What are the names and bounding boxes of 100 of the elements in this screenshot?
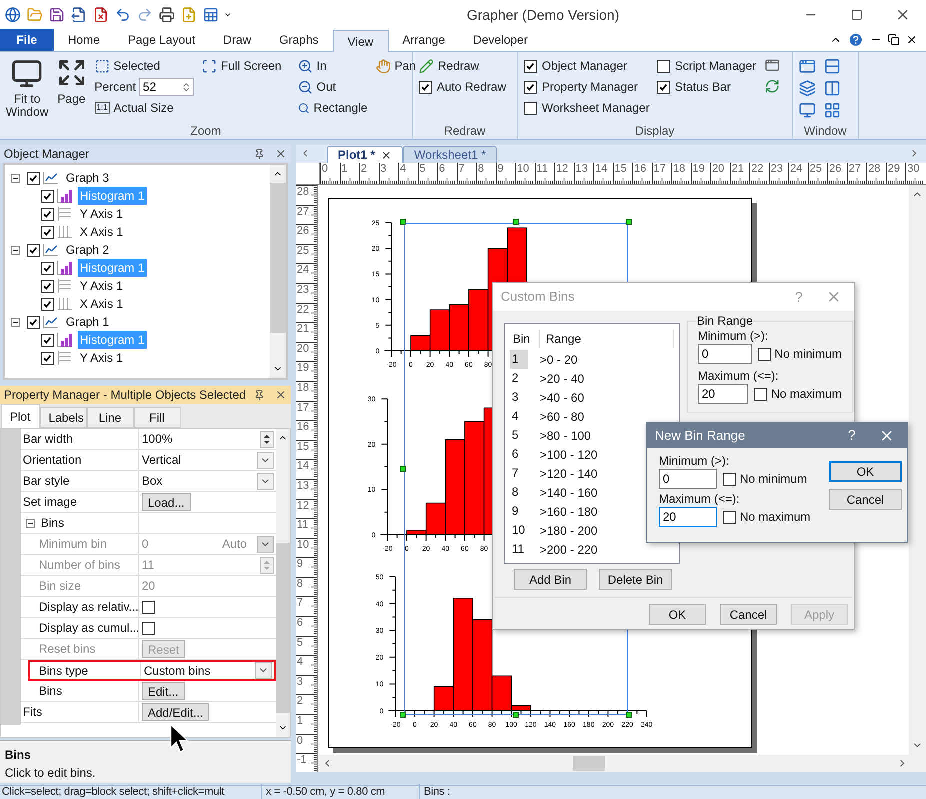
table-cell[interactable]: 5	[510, 426, 528, 445]
selection-handle[interactable]	[626, 712, 632, 718]
actual-size-button[interactable]: 1:1 Actual Size	[94, 98, 194, 118]
pin-icon[interactable]	[254, 390, 265, 400]
close-icon[interactable]	[381, 150, 392, 160]
selection-handle[interactable]	[400, 219, 406, 225]
table-cell[interactable]: 3	[510, 388, 528, 407]
selection-handle[interactable]	[400, 466, 406, 472]
zoom-out-button[interactable]: Out	[298, 77, 368, 97]
save-icon[interactable]	[48, 6, 65, 24]
collapse-icon[interactable]	[11, 174, 20, 182]
selected-button[interactable]: Selected	[94, 56, 194, 76]
input-field[interactable]: 0	[698, 344, 752, 364]
checkbox[interactable]	[142, 622, 155, 634]
scrollbar-thumb[interactable]	[270, 183, 286, 333]
property-button[interactable]: Load...	[142, 493, 191, 511]
ribbon-tab[interactable]: Page Layout	[114, 29, 210, 51]
table-cell[interactable]: 2	[510, 369, 528, 388]
file-x-icon[interactable]	[92, 6, 109, 24]
checkbox[interactable]	[524, 60, 537, 72]
document-tab[interactable]: Plot1 *	[327, 146, 404, 163]
dropdown-icon[interactable]	[257, 472, 274, 490]
tree-item[interactable]: Y Axis 1	[78, 205, 126, 223]
checkbox[interactable]	[758, 348, 771, 360]
restore-icon[interactable]	[888, 34, 900, 46]
table-cell[interactable]: 10	[510, 521, 528, 540]
checkbox[interactable]	[142, 600, 155, 614]
checkbox[interactable]	[419, 80, 432, 94]
selection-handle[interactable]	[400, 712, 406, 718]
table-cell[interactable]: 9	[510, 502, 528, 521]
collapse-icon[interactable]	[11, 246, 20, 254]
cascade-icon[interactable]	[799, 80, 816, 97]
table-cell[interactable]: 6	[510, 445, 528, 464]
tile-vertical-icon[interactable]	[824, 80, 841, 97]
checkbox[interactable]	[41, 262, 54, 274]
checkbox[interactable]	[41, 280, 54, 292]
tree-item[interactable]: Y Axis 1	[78, 277, 126, 295]
tile-horizontal-icon[interactable]	[824, 58, 841, 75]
tree-item[interactable]: Graph 1	[64, 313, 112, 331]
tree-item[interactable]: X Axis 1	[78, 223, 126, 241]
pan-button[interactable]: Pan	[376, 56, 416, 76]
dialog-button[interactable]: OK	[829, 461, 902, 482]
spinner-icon[interactable]	[260, 430, 274, 448]
new-window-icon[interactable]	[799, 58, 816, 75]
tab[interactable]: Line	[86, 407, 134, 428]
tree-item[interactable]: Graph 2	[64, 241, 112, 259]
pin-icon[interactable]	[254, 148, 265, 160]
ribbon-tab[interactable]: Graphs	[265, 29, 333, 51]
tab[interactable]: Labels	[40, 407, 87, 428]
redraw-button[interactable]: Redraw	[419, 56, 506, 76]
property-button[interactable]: Edit...	[142, 682, 185, 700]
zoom-in-button[interactable]: In	[298, 56, 368, 76]
collapse-icon[interactable]	[11, 318, 20, 326]
table-cell[interactable]: 11	[510, 540, 528, 559]
ribbon-tab[interactable]: Home	[54, 29, 114, 51]
checkbox[interactable]	[657, 60, 670, 72]
dialog-button[interactable]: Cancel	[829, 489, 902, 510]
tree-item[interactable]: Graph 3	[64, 169, 112, 187]
dialog-button[interactable]: Add Bin	[514, 569, 587, 590]
table-cell[interactable]: 7	[510, 464, 528, 483]
checkbox[interactable]	[524, 80, 537, 94]
input-field[interactable]: 20	[698, 384, 748, 404]
spreadsheet-icon[interactable]	[202, 6, 219, 24]
scrollbar-thumb[interactable]	[573, 756, 605, 771]
percent-field[interactable]: 52	[139, 78, 194, 96]
checkbox[interactable]	[657, 80, 670, 94]
ribbon-tab[interactable]: Developer	[459, 29, 542, 51]
tab[interactable]: Plot	[1, 404, 40, 428]
checkbox[interactable]	[27, 316, 40, 328]
ribbon-tab[interactable]: Draw	[209, 29, 266, 51]
tree-item[interactable]: X Axis 1	[78, 295, 126, 313]
arrange-icon[interactable]	[824, 102, 841, 119]
refresh-icon[interactable]	[765, 79, 780, 94]
help-icon[interactable]	[848, 32, 864, 48]
property-button[interactable]: Add/Edit...	[142, 703, 210, 721]
table-cell[interactable]: 1	[510, 350, 528, 369]
undo-icon[interactable]	[114, 6, 131, 24]
file-tab[interactable]: File	[0, 29, 54, 51]
collapse-icon[interactable]	[26, 518, 35, 528]
globe-icon[interactable]	[4, 6, 21, 24]
full-screen-button[interactable]: Full Screen	[202, 56, 282, 76]
tab[interactable]: Fill	[134, 407, 181, 428]
checkbox[interactable]	[41, 334, 54, 346]
dropdown-icon[interactable]	[255, 662, 272, 679]
checkbox[interactable]	[723, 472, 736, 486]
table-cell[interactable]: 4	[510, 407, 528, 426]
close-icon[interactable]	[906, 34, 918, 46]
checkbox[interactable]	[27, 244, 40, 256]
table-cell[interactable]: 8	[510, 483, 528, 502]
checkbox[interactable]	[754, 388, 768, 400]
checkbox[interactable]	[41, 352, 54, 364]
printer-icon[interactable]	[158, 6, 175, 24]
dialog-button[interactable]: Cancel	[720, 604, 777, 625]
ribbon-tab[interactable]: Arrange	[388, 29, 460, 51]
checkbox[interactable]	[524, 102, 537, 114]
checkbox[interactable]	[723, 510, 736, 524]
ribbon-tab[interactable]: View	[332, 30, 389, 52]
checkbox[interactable]	[41, 190, 54, 202]
selection-handle[interactable]	[513, 712, 519, 718]
page-button[interactable]: Page	[56, 56, 87, 123]
